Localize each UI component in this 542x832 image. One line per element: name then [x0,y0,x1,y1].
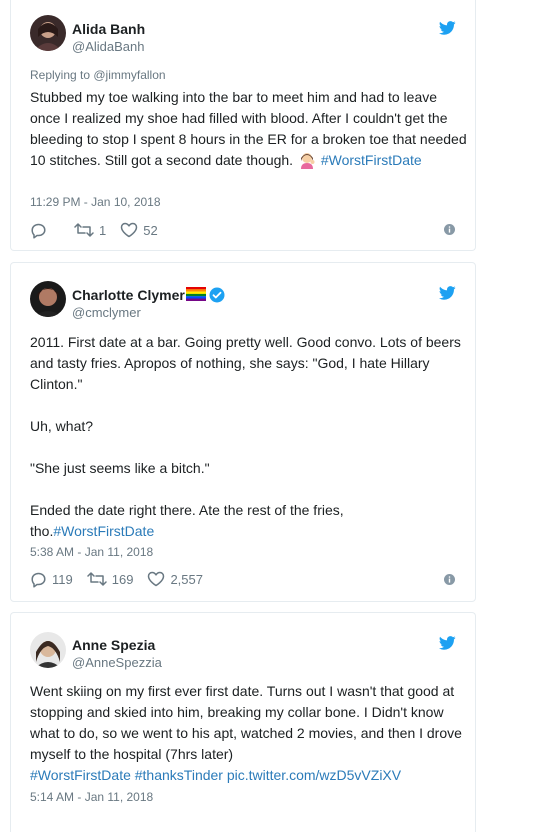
hashtag-link[interactable]: #WorstFirstDate [53,523,154,539]
reply-icon [31,223,46,239]
retweet-icon [74,223,94,237]
like-button[interactable]: 2,557 [147,571,203,587]
tweet-text: Stubbed my toe walking into the bar to m… [30,87,470,171]
retweet-count: 1 [99,222,107,238]
reply-count: 119 [52,571,73,587]
heart-icon [120,222,138,238]
like-button[interactable]: 52 [120,222,158,238]
avatar[interactable] [30,632,66,668]
retweet-count: 169 [111,571,134,587]
hashtag-link[interactable]: #WorstFirstDate [321,152,422,168]
retweet-button[interactable]: 1 [74,222,106,238]
display-name[interactable]: Alida Banh [72,21,145,37]
tweet-text-body: Went skiing on my first ever first date.… [30,683,462,762]
reply-context: Replying to @jimmyfallon [30,68,166,82]
tweet-text: Went skiing on my first ever first date.… [30,681,470,786]
display-name[interactable]: Anne Spezia [72,637,155,653]
avatar[interactable] [30,15,66,51]
twitter-bird-icon[interactable] [439,286,456,300]
tweet-actions: 1 52 [30,220,172,240]
reply-button[interactable] [30,222,52,239]
reply-prefix: Replying to [30,68,94,82]
tweet-card[interactable]: Alida Banh @AlidaBanh Replying to @jimmy… [10,0,476,251]
info-icon[interactable] [444,574,455,585]
woman-tipping-hand-emoji-icon [300,153,315,169]
reply-to-link[interactable]: @jimmyfallon [93,68,165,82]
user-handle[interactable]: @cmclymer [72,305,141,320]
reply-button[interactable]: 119 [30,571,73,588]
rainbow-flag-icon [185,287,206,301]
like-count: 2,557 [170,571,203,587]
hashtag-links[interactable]: #WorstFirstDate #thanksTinder pic.twitte… [30,767,401,783]
retweet-button[interactable]: 169 [86,571,134,587]
tweet-card[interactable]: Anne Spezia @AnneSpezzia Went skiing on … [10,612,476,832]
user-handle[interactable]: @AnneSpezzia [72,655,162,670]
like-count: 52 [143,222,158,238]
twitter-bird-icon[interactable] [439,21,456,35]
display-name[interactable]: Charlotte Clymer [72,287,225,303]
retweet-icon [86,572,107,586]
tweet-timestamp[interactable]: 5:38 AM - Jan 11, 2018 [30,545,153,559]
heart-icon [148,571,165,587]
tweet-text-body: 2011. First date at a bar. Going pretty … [30,334,461,539]
tweet-text: 2011. First date at a bar. Going pretty … [30,332,470,542]
tweet-actions: 119 169 2,557 [30,569,217,589]
display-name-text: Charlotte Clymer [72,287,185,303]
reply-icon [31,572,46,588]
tweet-card[interactable]: Charlotte Clymer @cmclymer 2011. First d… [10,262,476,602]
verified-badge-icon [209,287,225,303]
twitter-bird-icon[interactable] [439,636,456,650]
tweet-timestamp[interactable]: 5:14 AM - Jan 11, 2018 [30,790,153,804]
avatar[interactable] [30,281,66,317]
user-handle[interactable]: @AlidaBanh [72,39,144,54]
info-icon[interactable] [444,224,455,235]
tweet-timestamp[interactable]: 11:29 PM - Jan 10, 2018 [30,195,161,209]
